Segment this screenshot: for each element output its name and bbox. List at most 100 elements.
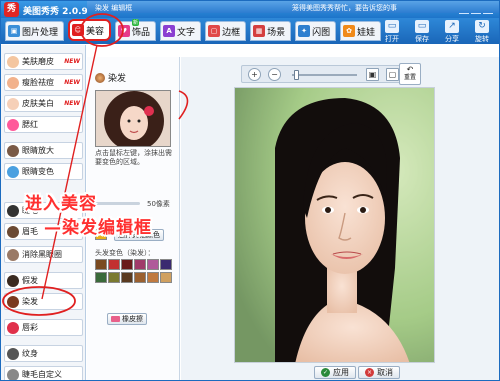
heart-icon: ♥ [118, 25, 131, 37]
sidebar-item-label: 眼睛变色 [22, 167, 54, 176]
color-swatch[interactable] [108, 272, 120, 283]
color-swatch[interactable] [147, 272, 159, 283]
tab-image-processing[interactable]: ▣ 图片处理 [5, 21, 65, 41]
color-swatch[interactable] [108, 259, 120, 270]
color-swatch[interactable] [134, 272, 146, 283]
sidebar-item-tattoo[interactable]: 纹身 [4, 345, 83, 362]
color-swatch[interactable] [134, 259, 146, 270]
color-swatch[interactable] [95, 259, 107, 270]
sidebar-item-eye-enlarge[interactable]: 眼睛放大 [4, 142, 83, 159]
share-icon: ↗ [445, 20, 459, 33]
zoom-slider-thumb[interactable] [294, 70, 299, 80]
app-title: 美图秀秀 2.0.9 [23, 7, 88, 17]
face-icon [7, 97, 19, 110]
color-swatch[interactable] [160, 259, 172, 270]
annotation-text-1: 进入美容 [25, 194, 97, 214]
sidebar-item-label: 纹身 [22, 349, 38, 358]
share-label: 分享 [445, 35, 459, 43]
sidebar-item-eye-color[interactable]: 眼睛变色 [4, 163, 83, 180]
custom-icon [7, 368, 19, 380]
eye-icon [7, 144, 19, 157]
cancel-button[interactable]: × 取消 [358, 366, 400, 379]
actual-size-icon[interactable]: ▢ [386, 68, 399, 81]
tab-label: 边框 [222, 27, 241, 38]
brush-size-value: 50像素 [147, 200, 170, 208]
recommend-label: 头发变色（染发）： [95, 249, 155, 257]
sidebar-item-label: 消除黑眼圈 [22, 250, 62, 259]
color-swatch[interactable] [147, 259, 159, 270]
tab-flash[interactable]: ✦ 闪图 [295, 21, 337, 41]
apply-label: 应用 [333, 368, 349, 377]
tab-label: 娃娃 [357, 27, 376, 38]
text-icon: A [163, 25, 176, 37]
cancel-label: 取消 [377, 368, 393, 377]
eye-icon [7, 248, 19, 261]
blush-icon [7, 118, 19, 131]
tab-accessories[interactable]: 新 ♥ 饰品 [115, 19, 157, 41]
color-swatch[interactable] [121, 272, 133, 283]
zoom-toolbar: + − ▣ ▢ [241, 65, 417, 83]
sidebar-item-skin-smooth[interactable]: 美肤磨皮 NEW [4, 53, 83, 70]
face-icon [7, 76, 19, 89]
sidebar-item-dark-circles[interactable]: 消除黑眼圈 [4, 246, 83, 263]
panel-header-tip: 笼得美图秀秀帮忙，要告诉您的事 [292, 4, 397, 12]
apply-button[interactable]: ✓ 应用 [314, 366, 356, 379]
save-button[interactable]: ▭ 保存 [409, 20, 435, 44]
tab-label: 文字 [177, 27, 196, 38]
tab-label: 场景 [267, 27, 286, 38]
main-toolbar: ▣ 图片处理 ☺ 美容 新 ♥ 饰品 A 文字 ▢ 边框 ▦ 场景 ✦ 闪图 ✿ 娃娃 ▭ 打开 ▭… [1, 18, 499, 44]
sidebar-item-slim-face[interactable]: 瘦脸祛痘 NEW [4, 74, 83, 91]
sidebar-item-lip-color[interactable]: 唇彩 [4, 319, 83, 336]
annotation-text-2: —染发编辑框 [44, 218, 152, 238]
tab-label: 饰品 [132, 27, 151, 38]
tab-doll[interactable]: ✿ 娃娃 [340, 21, 382, 41]
brush-size-slider[interactable] [95, 202, 140, 205]
sidebar-item-label: 皮肤美白 [22, 99, 54, 108]
right-toolbar: ▭ 打开 ▭ 保存 ↗ 分享 ↻ 旋转 [379, 20, 495, 44]
sidebar-item-label: 瘦脸祛痘 [22, 78, 54, 87]
main-photo[interactable] [234, 87, 435, 363]
zoom-in-icon[interactable]: + [248, 68, 261, 81]
save-label: 保存 [415, 35, 429, 43]
rotate-button[interactable]: ↻ 旋转 [469, 20, 495, 44]
tab-label: 美容 [86, 26, 105, 37]
face-icon [7, 55, 19, 68]
app-window: 秀 美图秀秀 2.0.9 帮助 工具 论坛 设置 –□× ▣图片处理 ☺美容 新… [0, 0, 500, 381]
sidebar-item-wig[interactable]: 假发 [4, 272, 83, 289]
sidebar-item-whiten[interactable]: 皮肤美白 NEW [4, 95, 83, 112]
sidebar-item-hair-dye[interactable]: 染发 [4, 293, 83, 310]
open-label: 打开 [385, 35, 399, 43]
sidebar-item-label: 染发 [22, 297, 38, 306]
fit-window-icon[interactable]: ▣ [366, 68, 379, 81]
panel-header-title: 染发 编辑框 [95, 4, 133, 12]
tab-text[interactable]: A 文字 [160, 21, 202, 41]
sidebar-item-label: 睫毛自定义 [22, 370, 62, 379]
sidebar-item-custom[interactable]: 睫毛自定义 [4, 366, 83, 380]
eraser-button[interactable]: 橡皮擦 [107, 313, 147, 325]
zoom-track [292, 74, 357, 76]
sidebar-item-label: 腮红 [22, 120, 38, 129]
panel-title: 染发 [95, 71, 126, 84]
share-button[interactable]: ↗ 分享 [439, 20, 465, 44]
reset-button[interactable]: ↶ 重置 [399, 63, 421, 85]
open-button[interactable]: ▭ 打开 [379, 20, 405, 44]
sidebar-item-label: 假发 [22, 276, 38, 285]
tab-beauty[interactable]: ☺ 美容 [68, 19, 112, 41]
tab-scene[interactable]: ▦ 场景 [250, 21, 292, 41]
color-swatch[interactable] [95, 272, 107, 283]
color-swatch[interactable] [160, 272, 172, 283]
panel-title-text: 染发 [108, 74, 127, 84]
new-badge: NEW [64, 79, 80, 86]
eraser-icon [111, 316, 120, 322]
cancel-icon: × [365, 368, 374, 377]
wig-icon [7, 274, 19, 287]
zoom-out-icon[interactable]: − [268, 68, 281, 81]
image-icon: ▣ [8, 25, 20, 37]
girl-preview-image [96, 91, 170, 146]
sidebar-item-blush[interactable]: 腮红 [4, 116, 83, 133]
tab-border[interactable]: ▢ 边框 [205, 21, 247, 41]
eraser-label: 橡皮擦 [122, 315, 143, 323]
tab-strip: ▣ 图片处理 ☺ 美容 新 ♥ 饰品 A 文字 ▢ 边框 ▦ 场景 ✦ 闪图 ✿ 娃娃 [5, 19, 382, 43]
checkmark-icon: ✓ [321, 368, 330, 377]
color-swatch[interactable] [121, 259, 133, 270]
